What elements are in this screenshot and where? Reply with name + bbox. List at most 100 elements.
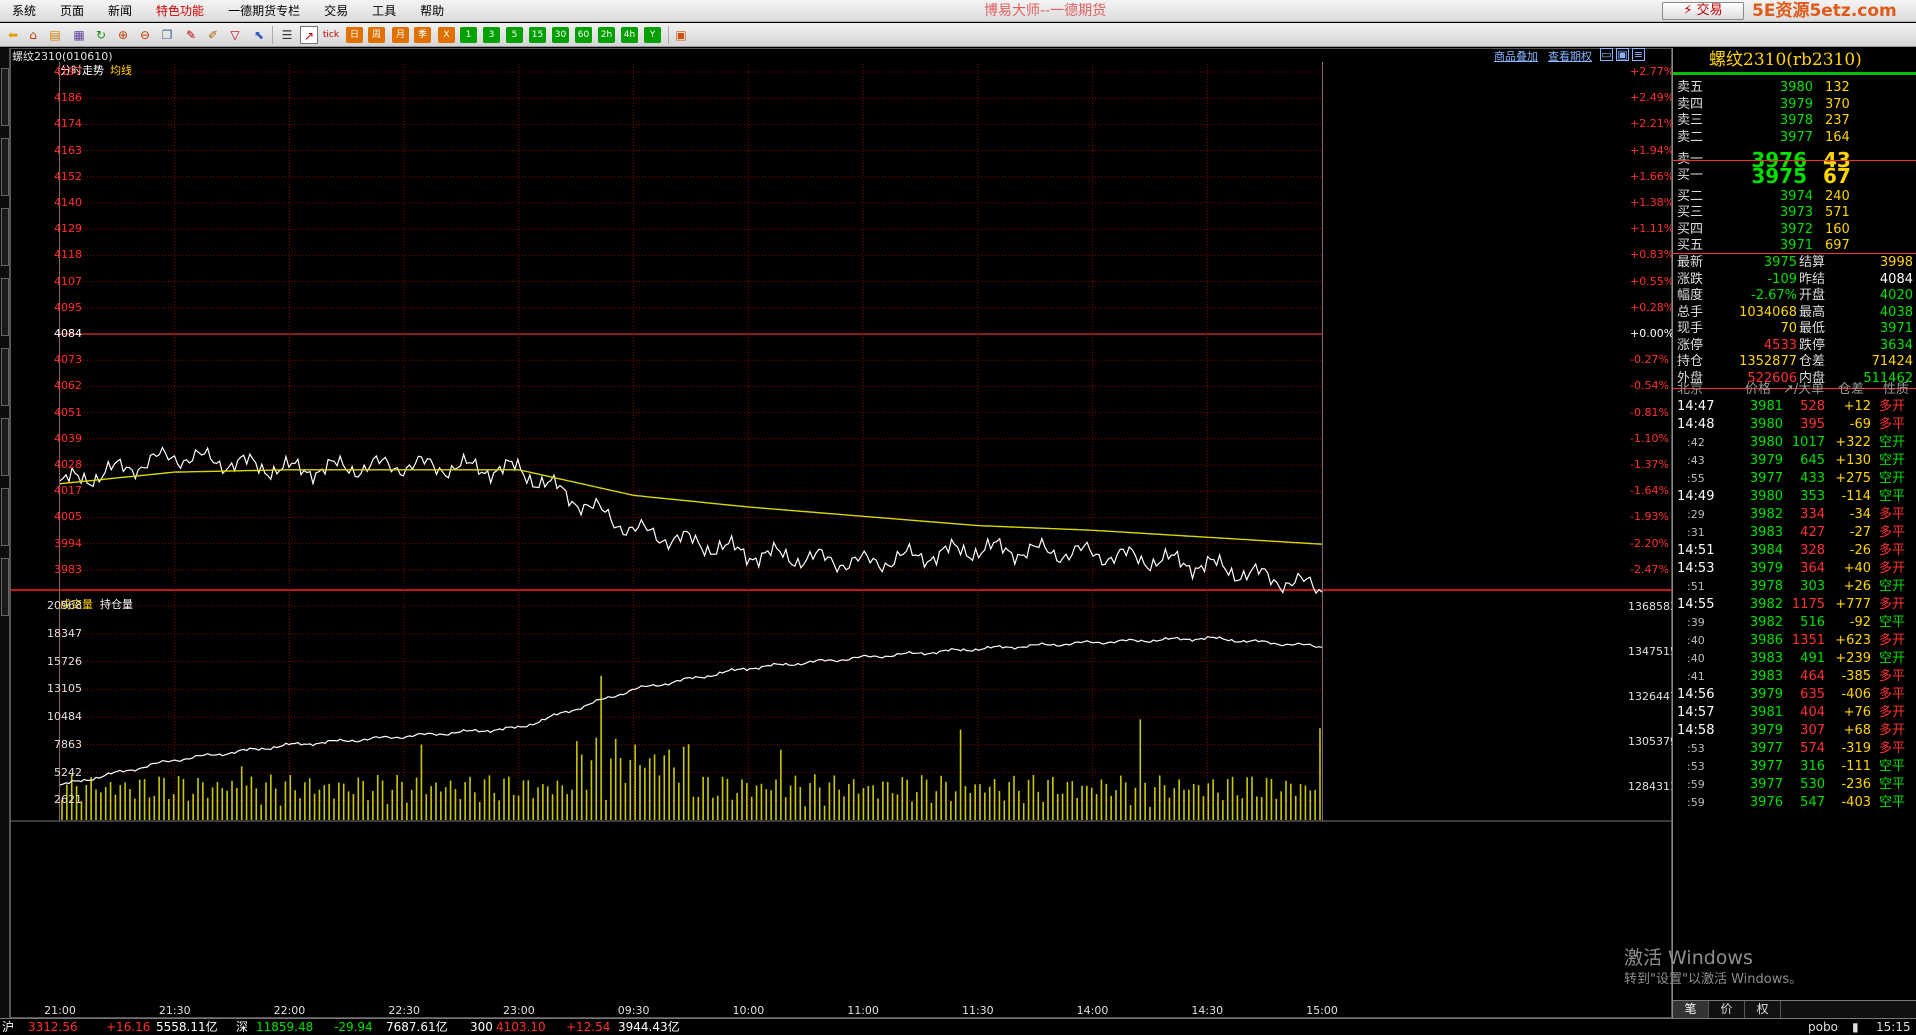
period-button[interactable]: 2h	[598, 27, 615, 43]
pen-icon[interactable]: ✎	[182, 26, 200, 44]
period-button[interactable]: 4h	[621, 27, 638, 43]
restore-icon[interactable]: ▣	[1616, 48, 1629, 61]
tick-volume: 433	[1800, 471, 1825, 486]
month-period-icon[interactable]: 月	[392, 27, 409, 43]
tick-price: 3979	[1749, 723, 1783, 738]
menu-item[interactable]: 工具	[360, 0, 408, 22]
menu-item[interactable]: 一德期货专栏	[216, 0, 312, 22]
back-icon[interactable]: ⬅	[4, 26, 22, 44]
quote-tab[interactable]: 价	[1709, 1001, 1745, 1018]
ticker-item: 5558.11亿	[156, 1020, 218, 1034]
period-button[interactable]: 5	[506, 27, 523, 43]
left-tab[interactable]	[1, 488, 9, 546]
tick-chart-icon[interactable]: tick	[322, 26, 340, 44]
trend-chart-icon[interactable]: ↗	[300, 26, 318, 44]
left-tab[interactable]	[1, 278, 9, 336]
window-icon[interactable]: ❐	[158, 26, 176, 44]
period-button[interactable]: 60	[575, 27, 592, 43]
volume-tick-label: 2621	[54, 793, 82, 807]
tick-oi-change: -403	[1841, 795, 1871, 810]
tick-oi-change: +239	[1835, 651, 1871, 666]
menu-item[interactable]: 特色功能	[144, 0, 216, 22]
menu-icon[interactable]: ≡	[1632, 48, 1645, 61]
tick-time: :51	[1687, 580, 1705, 593]
folder-icon[interactable]: ▤	[46, 26, 64, 44]
left-tab-strip	[0, 48, 10, 1018]
ask-label: 卖二	[1677, 129, 1704, 145]
tick-row: :42 3980 1017 +322 空开	[1673, 434, 1916, 452]
oi-tick-label: 1305379	[1628, 735, 1677, 748]
tick-volume: 353	[1800, 489, 1825, 504]
tick-row: 14:58 3979 307 +68 多开	[1673, 722, 1916, 740]
tick-header-cell: 仓差	[1838, 382, 1865, 397]
pointer-icon[interactable]: ⬉	[250, 26, 268, 44]
price-tick-label: 4073	[54, 353, 82, 367]
period-button[interactable]: 3	[483, 27, 500, 43]
menu-item[interactable]: 帮助	[408, 0, 456, 22]
zoom-in-icon[interactable]: ⊕	[114, 26, 132, 44]
tick-volume: 547	[1800, 795, 1825, 810]
signal-icon: ▮	[1852, 1020, 1859, 1034]
tick-time: 14:48	[1677, 417, 1715, 432]
ticker-item: 4103.10	[496, 1020, 546, 1034]
day-period-icon[interactable]: 日	[346, 27, 363, 43]
menu-item[interactable]: 页面	[48, 0, 96, 22]
tick-type: 多平	[1879, 687, 1906, 702]
tick-time: 14:53	[1677, 561, 1715, 576]
quote-tab[interactable]: 笔	[1673, 1001, 1709, 1018]
bid-volume: 67	[1823, 164, 1851, 188]
left-tab[interactable]	[1, 558, 9, 616]
price-tick-label: 4174	[54, 117, 82, 131]
intraday-chart[interactable]: 螺纹2310(010610) 商品叠加 查看期权 ▭ ▣ ≡ 分时走势 均线 成…	[10, 48, 1677, 1018]
tick-type: 空开	[1879, 435, 1906, 450]
trade-button[interactable]: ⚡ 交易	[1662, 2, 1744, 20]
tick-oi-change: +130	[1835, 453, 1871, 468]
brush-icon[interactable]: ✐	[204, 26, 222, 44]
tick-time: :40	[1687, 634, 1705, 647]
quarter-period-icon[interactable]: 季	[414, 27, 431, 43]
percent-tick-label: +0.55%	[1630, 274, 1675, 288]
tick-price: 3979	[1749, 453, 1783, 468]
layout-icon[interactable]: ▭	[1600, 48, 1613, 61]
ticker-item: 沪	[2, 1020, 15, 1034]
tick-oi-change: -319	[1841, 741, 1871, 756]
left-tab[interactable]	[1, 418, 9, 476]
custom-period-icon[interactable]: X	[438, 27, 455, 43]
zoom-out-icon[interactable]: ⊖	[136, 26, 154, 44]
table-icon[interactable]: ☰	[278, 26, 296, 44]
avg-series-line	[59, 469, 1323, 545]
chart-canvas[interactable]	[10, 48, 1672, 1018]
price-tick-label: 4140	[54, 196, 82, 209]
toolbar-separator	[272, 26, 273, 44]
tick-type: 空平	[1879, 777, 1906, 792]
left-tab[interactable]	[1, 208, 9, 266]
period-button[interactable]: 1	[460, 27, 477, 43]
tick-row: :41 3983 464 -385 多平	[1673, 668, 1916, 686]
tick-volume: 395	[1800, 417, 1825, 432]
left-tab[interactable]	[1, 348, 9, 406]
left-tab[interactable]	[1, 68, 9, 126]
tick-time: 14:51	[1677, 543, 1715, 558]
grid-icon[interactable]: ▦	[70, 26, 88, 44]
quote-panel: 螺纹2310(rb2310) 卖五 3980 132 卖四 3979 370 卖三 3978 2…	[1672, 48, 1916, 1018]
option-link[interactable]: 查看期权	[1548, 50, 1592, 64]
tick-type: 多平	[1879, 507, 1906, 522]
calculator-icon[interactable]: ▣	[672, 26, 690, 44]
left-tab[interactable]	[1, 138, 9, 196]
tick-volume: 427	[1800, 525, 1825, 540]
menu-item[interactable]: 新闻	[96, 0, 144, 22]
period-button[interactable]: 15	[529, 27, 546, 43]
menu-item[interactable]: 系统	[0, 0, 48, 22]
menu-item[interactable]: 交易	[312, 0, 360, 22]
home-icon[interactable]: ⌂	[24, 26, 42, 44]
week-period-icon[interactable]: 周	[368, 27, 385, 43]
overlay-link[interactable]: 商品叠加	[1494, 50, 1538, 64]
tick-oi-change: -26	[1849, 543, 1871, 558]
period-button[interactable]: Y	[644, 27, 661, 43]
quote-tab[interactable]: 权	[1745, 1001, 1781, 1018]
filter-icon[interactable]: ▽	[226, 26, 244, 44]
tick-price: 3977	[1749, 777, 1783, 792]
tick-type: 多平	[1879, 669, 1906, 684]
period-button[interactable]: 30	[552, 27, 569, 43]
refresh-icon[interactable]: ↻	[92, 26, 110, 44]
